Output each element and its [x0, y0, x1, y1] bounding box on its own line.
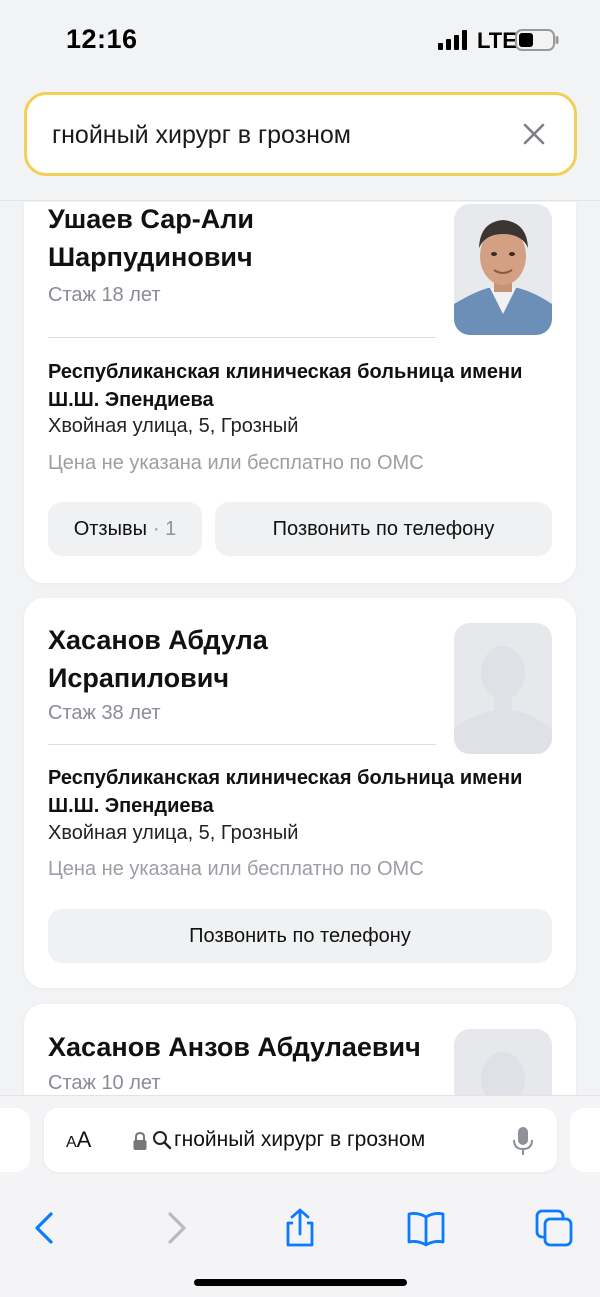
- bookmarks-icon[interactable]: [406, 1208, 446, 1248]
- doctor-photo[interactable]: [454, 204, 552, 335]
- browser-toolbar: AA гнойный хирург в грозном: [0, 1095, 600, 1297]
- reviews-label: Отзывы: [73, 517, 147, 540]
- person-silhouette-icon: [454, 623, 552, 754]
- call-button[interactable]: Позвонить по телефону: [48, 909, 552, 963]
- avatar-placeholder[interactable]: [454, 623, 552, 754]
- search-input[interactable]: гнойный хирург в грозном: [24, 92, 577, 176]
- doctor-card[interactable]: Ушаев Сар-Али Шарпудинович Стаж 18 лет Р…: [24, 202, 576, 583]
- clinic-name[interactable]: Республиканская клиническая больница име…: [48, 358, 528, 414]
- clinic-address: Хвойная улица, 5, Грозный: [48, 415, 299, 437]
- doctor-name[interactable]: Хасанов Абдула Исрапилович: [48, 621, 428, 697]
- reviews-button[interactable]: Отзывы · 1: [48, 502, 202, 556]
- doctor-experience: Стаж 38 лет: [48, 702, 161, 724]
- call-label: Позвонить по телефону: [272, 517, 495, 540]
- microphone-icon[interactable]: [512, 1126, 534, 1156]
- person-silhouette-icon: [454, 1029, 552, 1095]
- clinic-address: Хвойная улица, 5, Грозный: [48, 822, 299, 844]
- doctor-card[interactable]: Хасанов Абдула Исрапилович Стаж 38 лет Р…: [24, 598, 576, 988]
- doctor-experience: Стаж 18 лет: [48, 284, 161, 306]
- doctor-name[interactable]: Ушаев Сар-Али Шарпудинович: [48, 202, 428, 276]
- address-bar[interactable]: AA гнойный хирург в грозном: [44, 1108, 557, 1172]
- url-text[interactable]: гнойный хирург в грозном: [174, 1128, 425, 1152]
- divider: [48, 337, 436, 338]
- share-icon[interactable]: [280, 1208, 320, 1248]
- home-indicator[interactable]: [194, 1279, 407, 1286]
- back-icon[interactable]: [26, 1208, 66, 1248]
- battery-icon: [515, 29, 559, 51]
- search-query[interactable]: гнойный хирург в грозном: [52, 121, 351, 150]
- doctor-card[interactable]: Хасанов Анзов Абдулаевич Стаж 10 лет: [24, 1004, 576, 1095]
- call-label: Позвонить по телефону: [189, 924, 411, 947]
- reviews-count: · 1: [152, 517, 177, 540]
- status-bar: 12:16 LTE: [0, 0, 600, 80]
- doctor-experience: Стаж 10 лет: [48, 1072, 161, 1094]
- text-size-button[interactable]: AA: [66, 1127, 91, 1153]
- call-button[interactable]: Позвонить по телефону: [215, 502, 552, 556]
- doctor-name[interactable]: Хасанов Анзов Абдулаевич: [48, 1028, 468, 1066]
- network-label: LTE: [477, 28, 517, 53]
- lock-icon: [133, 1132, 147, 1150]
- close-icon[interactable]: [522, 122, 546, 146]
- search-icon: [153, 1131, 172, 1150]
- text-size-large: A: [76, 1127, 92, 1152]
- signal-icon: [438, 30, 467, 50]
- doctor-photo-image: [454, 204, 552, 335]
- results-list[interactable]: Ушаев Сар-Али Шарпудинович Стаж 18 лет Р…: [0, 202, 600, 1095]
- text-size-small: A: [66, 1134, 77, 1151]
- avatar-placeholder[interactable]: [454, 1029, 552, 1095]
- divider: [48, 744, 436, 745]
- price-info: Цена не указана или бесплатно по ОМС: [48, 858, 424, 880]
- previous-tab-preview[interactable]: [0, 1108, 30, 1172]
- forward-icon[interactable]: [155, 1208, 195, 1248]
- tabs-icon[interactable]: [534, 1208, 574, 1248]
- clinic-name[interactable]: Республиканская клиническая больница име…: [48, 764, 528, 820]
- search-header: гнойный хирург в грозном: [0, 80, 600, 201]
- price-info: Цена не указана или бесплатно по ОМС: [48, 452, 424, 474]
- status-time: 12:16: [66, 24, 138, 54]
- next-tab-preview[interactable]: [570, 1108, 600, 1172]
